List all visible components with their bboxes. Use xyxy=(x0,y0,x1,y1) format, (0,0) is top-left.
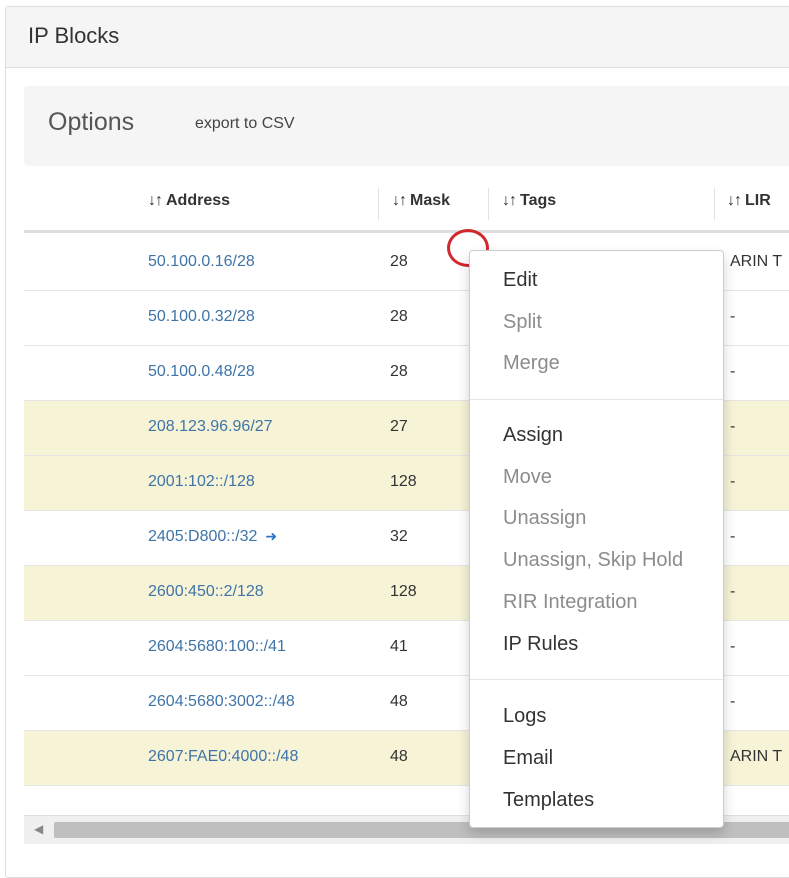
menu-item-ip-rules[interactable]: IP Rules xyxy=(503,633,578,656)
menu-item-assign[interactable]: Assign xyxy=(503,424,563,447)
mask-cell: 41 xyxy=(390,638,408,655)
column-header-address[interactable]: ↓↑ Address xyxy=(148,192,230,210)
column-header-lir[interactable]: ↓↑ LIR xyxy=(727,192,771,210)
menu-divider xyxy=(470,679,723,680)
address-link[interactable]: 208.123.96.96/27 xyxy=(148,418,273,436)
mask-cell: 28 xyxy=(390,308,408,325)
mask-cell: 28 xyxy=(390,253,408,270)
lir-cell: - xyxy=(730,473,736,490)
lir-cell: - xyxy=(730,418,736,435)
sort-icon: ↓↑ xyxy=(502,192,517,209)
column-header-mask-label: Mask xyxy=(410,192,451,209)
address-link[interactable]: 2001:102::/128 xyxy=(148,473,255,491)
address-link[interactable]: 2604:5680:100::/41 xyxy=(148,638,286,656)
options-bar: Options export to CSV xyxy=(24,86,789,166)
lir-cell: ARIN T xyxy=(730,253,783,270)
address-link[interactable]: 2604:5680:3002::/48 xyxy=(148,693,295,711)
column-divider xyxy=(378,188,379,220)
address-link[interactable]: 2600:450::2/128 xyxy=(148,583,264,601)
export-csv-link[interactable]: export to CSV xyxy=(195,115,295,133)
column-divider xyxy=(488,188,489,220)
lir-cell: - xyxy=(730,528,736,545)
menu-item-split[interactable]: Split xyxy=(503,311,542,334)
menu-item-logs[interactable]: Logs xyxy=(503,705,546,728)
address-link[interactable]: 50.100.0.16/28 xyxy=(148,253,255,271)
column-divider xyxy=(714,188,715,220)
lir-cell: - xyxy=(730,363,736,380)
menu-item-edit[interactable]: Edit xyxy=(503,269,537,292)
table-header: ↓↑ Address ↓↑ Mask ↓↑ Tags ↓↑ LIR xyxy=(24,180,789,233)
column-header-tags[interactable]: ↓↑ Tags xyxy=(502,192,556,210)
mask-cell: 48 xyxy=(390,748,408,765)
menu-item-rir-integration[interactable]: RIR Integration xyxy=(503,591,638,614)
menu-item-unassign-skip-hold[interactable]: Unassign, Skip Hold xyxy=(503,549,683,572)
address-link[interactable]: 2607:FAE0:4000::/48 xyxy=(148,748,298,766)
mask-cell: 32 xyxy=(390,528,408,545)
lir-cell: - xyxy=(730,308,736,325)
column-header-tags-label: Tags xyxy=(520,192,557,209)
column-header-lir-label: LIR xyxy=(745,192,771,209)
sort-icon: ↓↑ xyxy=(727,192,742,209)
menu-item-move[interactable]: Move xyxy=(503,466,552,489)
sort-icon: ↓↑ xyxy=(148,192,163,209)
arrow-right-icon: ➜ xyxy=(265,528,278,544)
menu-item-templates[interactable]: Templates xyxy=(503,789,594,812)
menu-item-unassign[interactable]: Unassign xyxy=(503,507,586,530)
address-link[interactable]: 2405:D800::/32 ➜ xyxy=(148,528,277,546)
scroll-left-icon[interactable]: ◀ xyxy=(34,822,43,836)
mask-cell: 28 xyxy=(390,363,408,380)
menu-item-email[interactable]: Email xyxy=(503,747,553,770)
lir-cell: ARIN T xyxy=(730,748,783,765)
address-text: 2405:D800::/32 xyxy=(148,528,258,545)
address-link[interactable]: 50.100.0.32/28 xyxy=(148,308,255,326)
menu-item-merge[interactable]: Merge xyxy=(503,352,560,375)
menu-divider xyxy=(470,399,723,400)
context-menu: Edit Split Merge Assign Move Unassign Un… xyxy=(469,250,724,828)
sort-icon: ↓↑ xyxy=(392,192,407,209)
mask-cell: 48 xyxy=(390,693,408,710)
lir-cell: - xyxy=(730,583,736,600)
mask-cell: 128 xyxy=(390,583,417,600)
panel-heading: IP Blocks xyxy=(6,7,789,68)
mask-cell: 128 xyxy=(390,473,417,490)
lir-cell: - xyxy=(730,693,736,710)
column-header-mask[interactable]: ↓↑ Mask xyxy=(392,192,450,210)
options-title: Options xyxy=(48,108,135,136)
column-header-address-label: Address xyxy=(166,192,231,209)
lir-cell: - xyxy=(730,638,736,655)
panel-title: IP Blocks xyxy=(28,23,120,48)
mask-cell: 27 xyxy=(390,418,408,435)
address-link[interactable]: 50.100.0.48/28 xyxy=(148,363,255,381)
